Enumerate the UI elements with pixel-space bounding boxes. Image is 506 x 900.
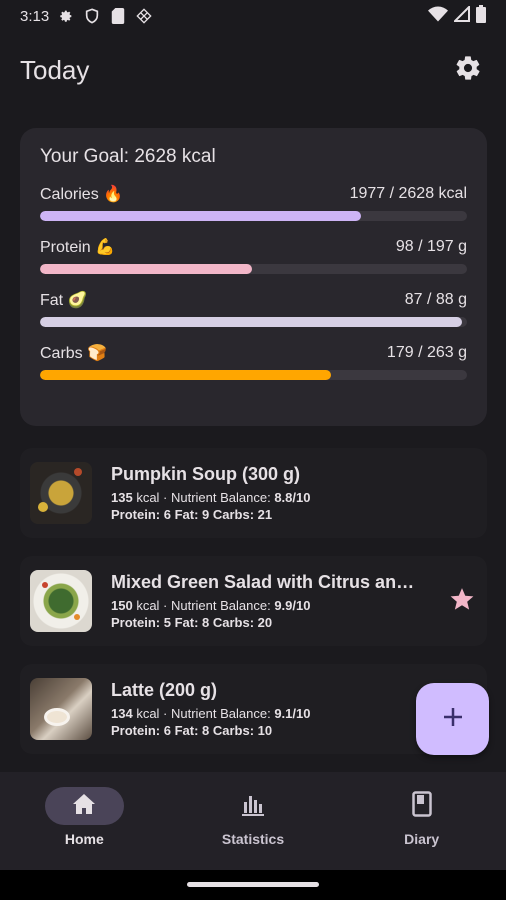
meal-kcal: 150 — [111, 597, 133, 613]
favorite-button[interactable] — [447, 586, 477, 616]
meal-kcal-label: kcal · Nutrient Balance: — [132, 489, 275, 505]
nav-label: Diary — [404, 831, 440, 847]
goal-title: Your Goal: 2628 kcal — [40, 146, 216, 167]
settings-gear-icon — [57, 7, 75, 25]
home-icon — [72, 793, 96, 820]
app-header: Today — [0, 42, 506, 98]
gear-icon — [454, 54, 482, 87]
nav-icon-indicator — [44, 787, 124, 825]
macro-label: Protein 💪 — [40, 239, 116, 256]
macro-fat: Fat 🥑 87 / 88 g — [40, 290, 467, 327]
macro-value: 87 / 88 g — [404, 291, 467, 308]
macro-value: 98 / 197 g — [395, 238, 467, 255]
macro-value: 179 / 263 g — [386, 344, 467, 361]
meal-item[interactable]: Pumpkin Soup (300 g) 135 kcal · Nutrient… — [20, 448, 487, 538]
meal-kcal-label: kcal · Nutrient Balance: — [132, 597, 275, 613]
meal-stats: 135 kcal · Nutrient Balance: 8.8/10 — [111, 489, 477, 506]
gesture-handle[interactable] — [187, 882, 319, 887]
meal-info: Pumpkin Soup (300 g) 135 kcal · Nutrient… — [111, 464, 477, 523]
meal-kcal-label: kcal · Nutrient Balance: — [132, 705, 275, 721]
book-icon — [411, 790, 432, 822]
settings-button[interactable] — [450, 52, 486, 88]
nav-label: Home — [64, 831, 104, 847]
nav-label: Statistics — [221, 831, 285, 847]
goal-card: Your Goal: 2628 kcal Calories 🔥 1977 / 2… — [20, 128, 487, 426]
meal-name: Latte (200 g) — [111, 679, 218, 700]
calories-progress-fill — [40, 211, 362, 221]
meal-kcal: 134 — [111, 705, 133, 721]
cellular-signal-icon — [452, 4, 470, 27]
macro-value: 1977 / 2628 kcal — [349, 185, 467, 202]
sim-card-icon — [109, 7, 127, 25]
meal-kcal: 135 — [111, 489, 133, 505]
calories-progress-bar — [40, 211, 467, 221]
macro-label: Carbs 🍞 — [40, 345, 108, 362]
meal-macros: Protein: 5 Fat: 8 Carbs: 20 — [111, 614, 273, 630]
meal-image — [30, 462, 92, 524]
meal-balance: 8.8/10 — [274, 489, 311, 505]
status-time: 3:13 — [20, 7, 50, 25]
protein-progress-bar — [40, 264, 467, 274]
macro-protein: Protein 💪 98 / 197 g — [40, 237, 467, 274]
meal-balance: 9.9/10 — [274, 597, 311, 613]
nav-icon-indicator — [214, 787, 293, 825]
star-icon — [449, 586, 475, 617]
status-right — [428, 4, 486, 28]
meal-balance: 9.1/10 — [274, 705, 311, 721]
bar-chart-icon — [240, 792, 266, 821]
nav-icon-indicator — [382, 787, 461, 825]
protein-progress-fill — [40, 264, 253, 274]
status-bar: 3:13 — [0, 0, 506, 32]
nav-home[interactable]: Home — [0, 772, 169, 870]
gesture-bar — [0, 870, 506, 900]
bottom-navigation: Home Statistics Diary — [0, 772, 506, 870]
meal-stats: 150 kcal · Nutrient Balance: 9.9/10 — [111, 597, 441, 614]
grid-icon — [135, 7, 153, 25]
nav-statistics[interactable]: Statistics — [169, 772, 338, 870]
macro-calories: Calories 🔥 1977 / 2628 kcal — [40, 184, 467, 221]
add-meal-button[interactable] — [416, 683, 489, 755]
macro-label: Fat 🥑 — [40, 292, 88, 309]
macro-carbs: Carbs 🍞 179 / 263 g — [40, 343, 467, 380]
fat-progress-fill — [40, 317, 463, 327]
meal-image — [30, 678, 92, 740]
battery-icon — [476, 4, 486, 28]
meal-macros: Protein: 6 Fat: 9 Carbs: 21 — [111, 506, 273, 522]
carbs-progress-fill — [40, 370, 331, 380]
fat-progress-bar — [40, 317, 467, 327]
macro-label: Calories 🔥 — [40, 186, 124, 203]
wifi-icon — [428, 6, 448, 27]
meal-item[interactable]: Mixed Green Salad with Citrus and Nuts 1… — [20, 556, 487, 646]
meal-image — [30, 570, 92, 632]
shield-icon — [83, 7, 101, 25]
meal-name: Pumpkin Soup (300 g) — [111, 463, 301, 484]
plus-icon — [442, 706, 464, 733]
meal-info: Mixed Green Salad with Citrus and Nuts 1… — [111, 572, 441, 631]
carbs-progress-bar — [40, 370, 467, 380]
nav-diary[interactable]: Diary — [337, 772, 506, 870]
page-title: Today — [20, 54, 90, 85]
meal-name: Mixed Green Salad with Citrus and Nuts — [111, 571, 421, 592]
